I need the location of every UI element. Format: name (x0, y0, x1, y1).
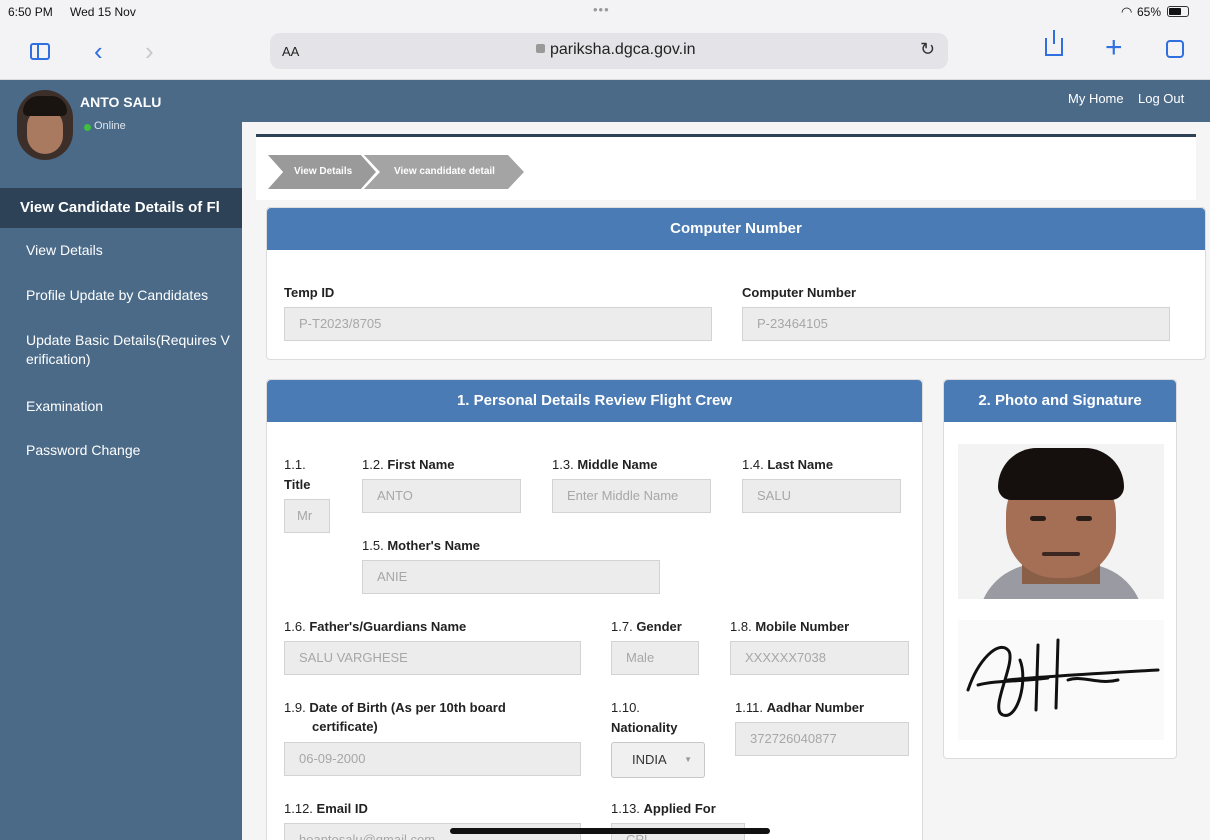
father-name-field[interactable]: SALU VARGHESE (284, 641, 581, 675)
back-icon[interactable]: ‹ (94, 36, 103, 67)
panel-title: 1. Personal Details Review Flight Crew (267, 380, 922, 422)
candidate-signature (958, 620, 1164, 740)
tabs-overview-icon[interactable] (1166, 40, 1184, 58)
aadhar-number-label: 1.11. Aadhar Number (735, 700, 865, 715)
mobile-number-label: 1.8. Mobile Number (730, 619, 850, 634)
computer-number-panel: Computer Number Temp ID P-T2023/8705 Com… (266, 207, 1206, 360)
sidebar-item-examination[interactable]: Examination (26, 397, 103, 416)
panel-title: Computer Number (267, 208, 1205, 250)
aadhar-number-field[interactable]: 372726040877 (735, 722, 909, 756)
mobile-number-field[interactable]: XXXXXX7038 (730, 641, 909, 675)
nationality-select[interactable]: INDIA ▼ (611, 742, 705, 778)
nationality-label: 1.10. Nationality (611, 700, 678, 735)
sidebar-item-view-details[interactable]: View Details (26, 241, 103, 260)
top-header: My Home Log Out (242, 80, 1210, 122)
battery-icon (1167, 6, 1189, 17)
sidebar-heading: View Candidate Details of Fl (20, 199, 220, 216)
multitask-dots-icon[interactable]: ••• (593, 2, 610, 17)
share-icon[interactable] (1045, 30, 1063, 56)
middle-name-field[interactable]: Enter Middle Name (552, 479, 711, 513)
title-label: 1.1. Title (284, 457, 311, 492)
online-status-icon (84, 124, 91, 131)
father-name-label: 1.6. Father's/Guardians Name (284, 619, 467, 634)
status-bar: 6:50 PM Wed 15 Nov ••• ◠ 65% (0, 0, 1210, 24)
avatar (17, 90, 73, 160)
temp-id-label: Temp ID (284, 285, 335, 300)
sidebar-item-update-basic-details[interactable]: Update Basic Details(Requires V erificat… (26, 331, 230, 369)
sidebar-item-label: erification) (26, 351, 91, 367)
address-bar[interactable]: AA pariksha.dgca.gov.in ↻ (270, 33, 948, 69)
sidebar-item-label: Update Basic Details(Requires V (26, 332, 230, 348)
reload-icon[interactable]: ↻ (920, 39, 935, 60)
browser-toolbar: ‹ › AA pariksha.dgca.gov.in ↻ + (0, 24, 1210, 80)
temp-id-field[interactable]: P-T2023/8705 (284, 307, 712, 341)
computer-number-field[interactable]: P-23464105 (742, 307, 1170, 341)
middle-name-label: 1.3. Middle Name (552, 457, 658, 472)
applied-for-label: 1.13. Applied For (611, 801, 716, 816)
panel-title: 2. Photo and Signature (944, 380, 1176, 422)
forward-icon[interactable]: › (145, 36, 154, 67)
url-text[interactable]: pariksha.dgca.gov.in (550, 41, 696, 59)
chevron-down-icon: ▼ (684, 755, 692, 764)
gender-label: 1.7. Gender (611, 619, 682, 634)
dob-field[interactable]: 06-09-2000 (284, 742, 581, 776)
sidebar-heading-bar: View Candidate Details of Fl (0, 188, 242, 228)
photo-signature-panel: 2. Photo and Signature (943, 379, 1177, 759)
user-name: ANTO SALU (80, 94, 162, 110)
last-name-label: 1.4. Last Name (742, 457, 834, 472)
email-label: 1.12. Email ID (284, 801, 368, 816)
mother-name-label: 1.5. Mother's Name (362, 538, 480, 553)
sidebar-item-password-change[interactable]: Password Change (26, 441, 140, 460)
status-time: 6:50 PM (8, 5, 53, 19)
gender-field[interactable]: Male (611, 641, 699, 675)
log-out-link[interactable]: Log Out (1138, 91, 1184, 106)
first-name-label: 1.2. First Name (362, 457, 455, 472)
my-home-link[interactable]: My Home (1068, 91, 1124, 106)
home-indicator[interactable] (450, 828, 770, 834)
battery-percent: 65% (1137, 5, 1162, 19)
last-name-field[interactable]: SALU (742, 479, 901, 513)
sidebar-toggle-icon[interactable] (30, 43, 50, 60)
sidebar: ANTO SALU Online View Candidate Details … (0, 80, 242, 840)
breadcrumb: View Details View candidate detail (256, 134, 1196, 200)
dob-label: 1.9. Date of Birth (As per 10th board ce… (284, 700, 506, 734)
new-tab-icon[interactable]: + (1105, 31, 1123, 65)
main-content: View Details View candidate detail Compu… (242, 122, 1210, 840)
first-name-field[interactable]: ANTO (362, 479, 521, 513)
breadcrumb-item[interactable]: View Details (268, 155, 376, 189)
wifi-icon: ◠ (1121, 4, 1133, 19)
title-field[interactable]: Mr (284, 499, 330, 533)
breadcrumb-item[interactable]: View candidate detail (364, 155, 524, 189)
sidebar-item-profile-update[interactable]: Profile Update by Candidates (26, 286, 208, 305)
mother-name-field[interactable]: ANIE (362, 560, 660, 594)
personal-details-panel: 1. Personal Details Review Flight Crew 1… (266, 379, 923, 840)
text-size-button[interactable]: AA (282, 44, 299, 59)
lock-icon (536, 44, 545, 53)
user-status: Online (94, 120, 126, 132)
candidate-photo (958, 444, 1164, 599)
computer-number-label: Computer Number (742, 285, 857, 300)
status-date: Wed 15 Nov (70, 5, 136, 19)
